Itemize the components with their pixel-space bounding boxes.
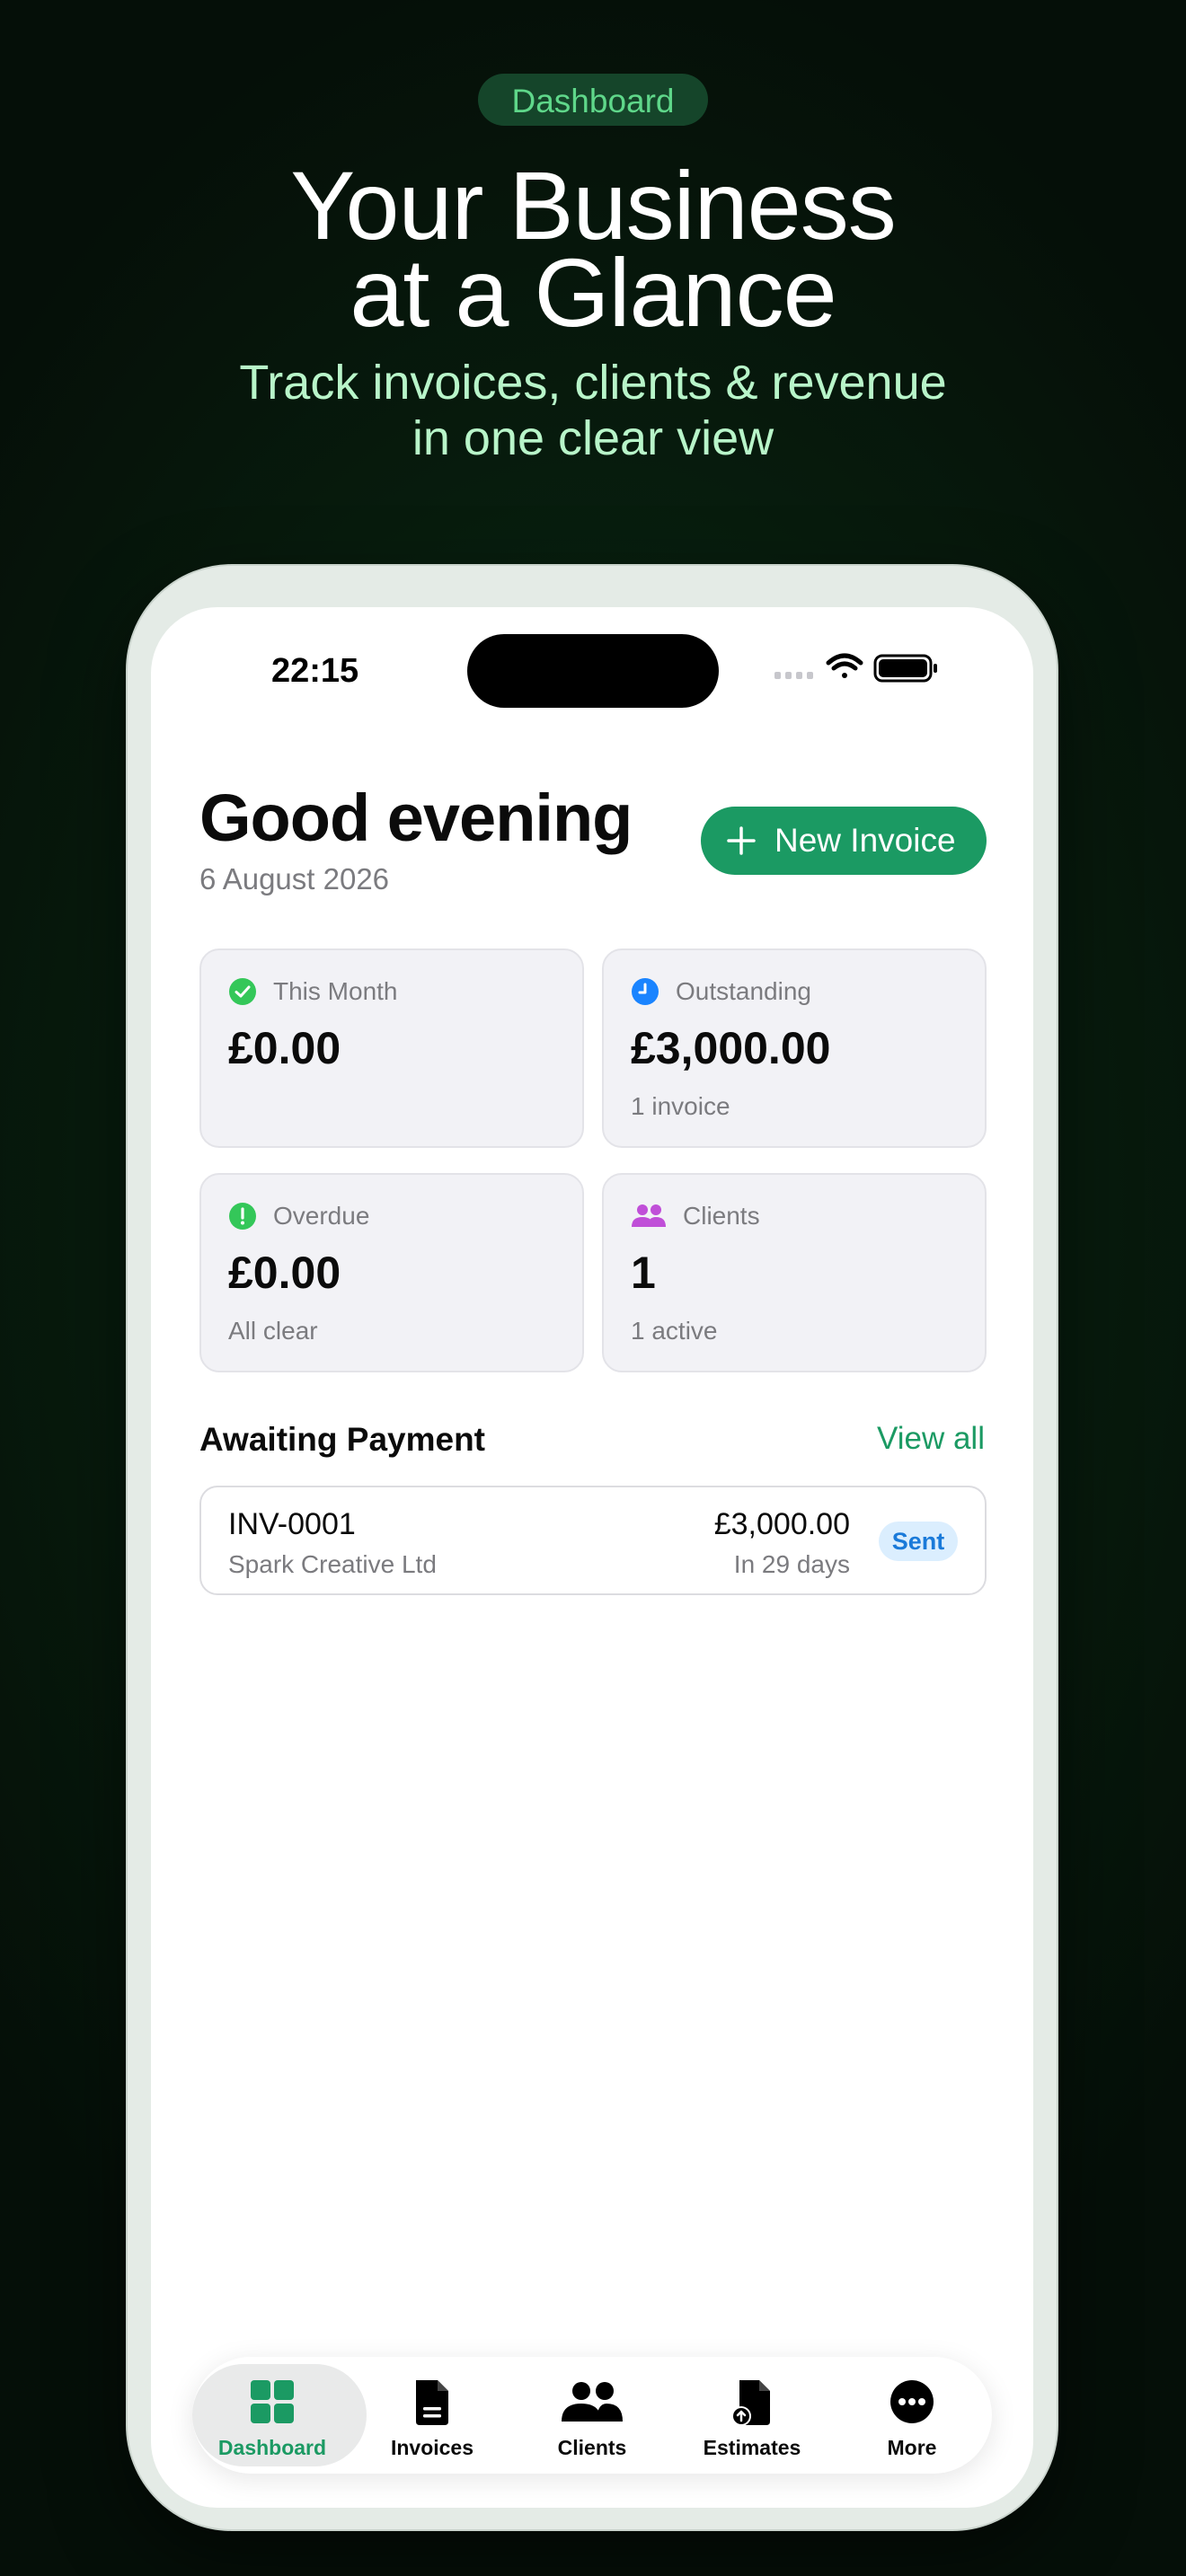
signal-icon — [774, 672, 813, 679]
stat-subtext: 1 invoice — [631, 1092, 730, 1120]
stat-card-clients[interactable]: Clients 1 1 active — [602, 1173, 987, 1372]
awaiting-payment-title: Awaiting Payment — [199, 1421, 486, 1458]
stat-value: 1 — [631, 1248, 656, 1298]
status-icons — [774, 648, 954, 688]
plus-icon — [727, 826, 756, 855]
tab-estimates[interactable]: Estimates — [672, 2357, 832, 2474]
people-icon — [632, 1204, 666, 1227]
more-icon — [890, 2380, 934, 2423]
stat-label: This Month — [273, 977, 398, 1005]
hero-subtitle-line-1: Track invoices, clients & revenue — [239, 356, 947, 410]
wifi-icon — [826, 653, 863, 678]
invoice-amount: £3,000.00 — [713, 1507, 850, 1541]
new-invoice-button[interactable]: New Invoice — [701, 807, 987, 875]
status-time: 22:15 — [271, 652, 359, 690]
current-date: 6 August 2026 — [199, 862, 390, 895]
hero-title-line-2: at a Glance — [350, 238, 836, 347]
invoice-due: In 29 days — [733, 1550, 850, 1578]
stat-value: £0.00 — [228, 1248, 341, 1298]
clock-icon — [632, 978, 659, 1005]
stat-label: Overdue — [273, 1202, 370, 1230]
estimate-icon — [731, 2380, 770, 2426]
phone-screen: 22:15 Good evening 6 August 2026 New Inv… — [151, 607, 1033, 2508]
check-circle-icon — [229, 978, 256, 1005]
status-badge: Sent — [879, 1522, 958, 1561]
hero-title-line-1: Your Business — [290, 151, 896, 260]
tab-label: Invoices — [390, 2436, 474, 2459]
exclamation-circle-icon — [229, 1203, 256, 1230]
hero-pill: Dashboard — [478, 74, 708, 126]
invoice-number: INV-0001 — [228, 1507, 356, 1541]
greeting-title: Good evening — [199, 781, 633, 855]
view-all-link[interactable]: View all — [877, 1421, 985, 1457]
stat-value: £3,000.00 — [631, 1023, 831, 1073]
hero-title: Your Business at a Glance — [0, 151, 1186, 347]
stat-label: Clients — [683, 1202, 760, 1230]
tab-clients[interactable]: Clients — [512, 2357, 672, 2474]
battery-icon — [873, 654, 937, 683]
grid-icon — [251, 2380, 294, 2423]
invoice-client: Spark Creative Ltd — [228, 1550, 437, 1578]
tab-invoices[interactable]: Invoices — [352, 2357, 512, 2474]
stat-card-this-month[interactable]: This Month £0.00 — [199, 948, 584, 1148]
invoice-row[interactable]: INV-0001 Spark Creative Ltd £3,000.00 In… — [199, 1486, 987, 1595]
stat-value: £0.00 — [228, 1023, 341, 1073]
document-icon — [416, 2380, 448, 2425]
tab-more[interactable]: More — [832, 2357, 992, 2474]
tab-label: Clients — [557, 2436, 627, 2459]
stat-label: Outstanding — [676, 977, 811, 1005]
stat-card-overdue[interactable]: Overdue £0.00 All clear — [199, 1173, 584, 1372]
hero-subtitle-line-2: in one clear view — [412, 411, 774, 465]
people-icon — [562, 2382, 623, 2422]
tab-label: Estimates — [703, 2436, 801, 2459]
tab-bar: Dashboard Invoices Clients Estimates Mor… — [192, 2357, 992, 2474]
tab-dashboard[interactable]: Dashboard — [192, 2357, 367, 2474]
tab-label: More — [887, 2436, 937, 2459]
stat-subtext: All clear — [228, 1317, 318, 1345]
dynamic-island — [467, 634, 719, 708]
new-invoice-label: New Invoice — [774, 822, 956, 859]
stat-card-outstanding[interactable]: Outstanding £3,000.00 1 invoice — [602, 948, 987, 1148]
stat-subtext: 1 active — [631, 1317, 718, 1345]
tab-label: Dashboard — [217, 2436, 327, 2459]
hero-subtitle: Track invoices, clients & revenue in one… — [0, 355, 1186, 466]
